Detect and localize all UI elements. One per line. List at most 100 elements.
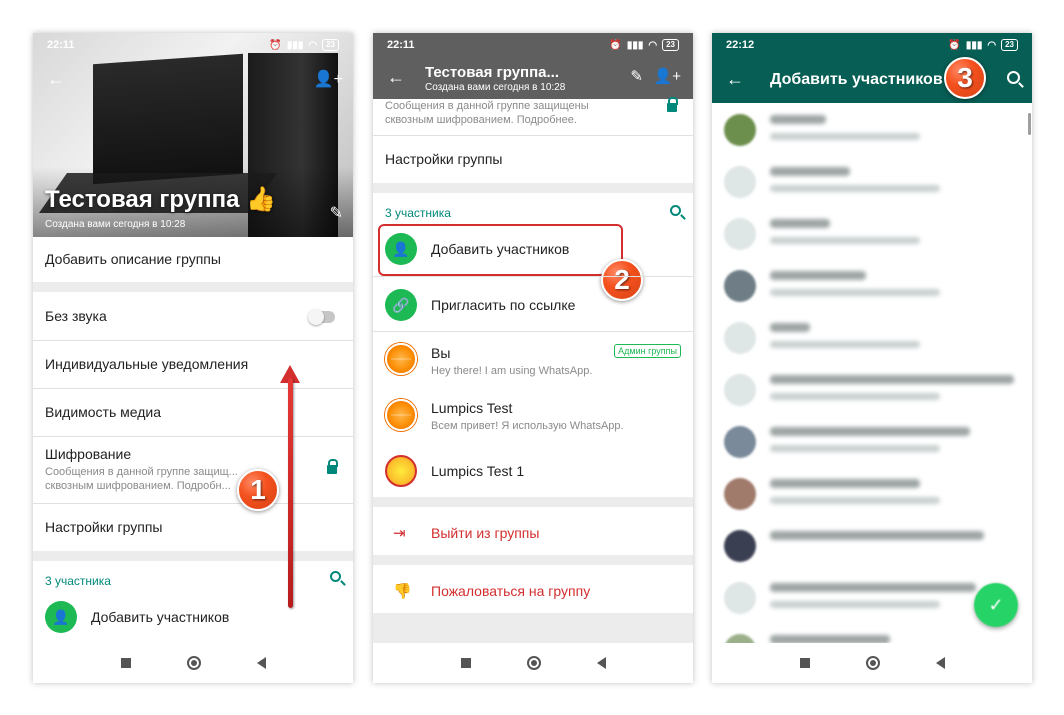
battery-icon: 23: [662, 39, 679, 51]
group-created-subtitle: Создана вами сегодня в 10:28: [45, 219, 186, 230]
back-arrow-icon[interactable]: ←: [726, 69, 744, 90]
edit-pencil-icon[interactable]: ✎: [330, 203, 343, 223]
contact-row[interactable]: [712, 313, 1032, 365]
search-icon[interactable]: [330, 571, 341, 582]
edit-pencil-icon[interactable]: ✎: [630, 67, 643, 85]
home-icon[interactable]: [865, 656, 880, 670]
app-bar: 22:11 ⏰ ▮▮▮ ◠ 23 ← Тестовая группа... Со…: [373, 33, 693, 99]
report-group-label: Пожаловаться на группу: [431, 583, 591, 599]
back-arrow-icon[interactable]: ←: [387, 67, 405, 88]
custom-notifications-row[interactable]: Индивидуальные уведомления: [33, 356, 353, 372]
contact-row[interactable]: [712, 105, 1032, 157]
status-time: 22:11: [387, 39, 415, 51]
alarm-icon: ⏰: [948, 39, 961, 51]
contact-avatar: [724, 374, 756, 406]
exit-group-label: Выйти из группы: [431, 525, 540, 541]
monitor-image: [93, 53, 243, 185]
contact-row[interactable]: [712, 157, 1032, 209]
home-icon[interactable]: [186, 656, 201, 670]
mute-row[interactable]: Без звука: [33, 308, 353, 324]
contact-avatar: [724, 322, 756, 354]
encryption-row[interactable]: Шифрование Сообщения в данной группе защ…: [33, 446, 353, 493]
contact-row[interactable]: [712, 417, 1032, 469]
back-triangle-icon[interactable]: [935, 657, 945, 669]
screen-title: Добавить участников: [770, 71, 943, 88]
app-bar: 22:12 ⏰ ▮▮▮ ◠ 23 ← Добавить участников: [712, 33, 1032, 103]
member-status: Всем привет! Я использую WhatsApp.: [431, 420, 624, 432]
step-badge-2: 2: [601, 259, 643, 301]
contact-avatar: [724, 530, 756, 562]
contact-avatar: [724, 426, 756, 458]
recents-icon[interactable]: [799, 658, 810, 668]
signal-icon: ▮▮▮: [626, 39, 644, 51]
encryption-label: Шифрование: [45, 446, 132, 462]
lock-icon: [327, 459, 338, 474]
add-person-icon[interactable]: 👤+: [654, 67, 681, 85]
member-avatar[interactable]: [385, 455, 417, 487]
group-title: Тестовая группа 👍: [45, 186, 276, 213]
signal-icon: ▮▮▮: [286, 39, 304, 51]
wifi-icon: ◠: [648, 39, 658, 51]
wifi-icon: ◠: [987, 39, 997, 51]
add-description-row[interactable]: Добавить описание группы: [33, 251, 353, 267]
back-triangle-icon[interactable]: [256, 657, 266, 669]
battery-icon: 23: [322, 39, 339, 51]
group-settings-row[interactable]: Настройки группы: [373, 151, 693, 167]
member-avatar[interactable]: [385, 399, 417, 431]
admin-badge: Админ группы: [614, 344, 681, 358]
group-title: Тестовая группа...: [425, 64, 560, 81]
add-participants-row[interactable]: Добавить участников: [33, 609, 353, 625]
group-settings-row[interactable]: Настройки группы: [33, 519, 353, 535]
participants-count: 3 участника: [385, 206, 451, 220]
contact-avatar: [724, 478, 756, 510]
contact-avatar: [724, 270, 756, 302]
status-bar: 22:12 ⏰ ▮▮▮ ◠ 23: [712, 33, 1032, 57]
check-icon: ✓: [988, 594, 1004, 615]
step-badge-3: 3: [944, 57, 986, 99]
signal-icon: ▮▮▮: [965, 39, 983, 51]
contact-row[interactable]: [712, 469, 1032, 521]
member-avatar[interactable]: [385, 343, 417, 375]
add-person-icon[interactable]: 👤+: [314, 69, 343, 89]
report-group-row[interactable]: 👎 Пожаловаться на группу: [373, 565, 693, 617]
recents-icon[interactable]: [460, 658, 471, 668]
contact-avatar: [724, 114, 756, 146]
member-status: Hey there! I am using WhatsApp.: [431, 365, 593, 377]
battery-icon: 23: [1001, 39, 1018, 51]
status-time: 22:12: [726, 39, 755, 51]
home-icon[interactable]: [526, 656, 541, 670]
media-visibility-row[interactable]: Видимость медиа: [33, 404, 353, 420]
exit-icon: ⇥: [393, 525, 406, 542]
member-name[interactable]: Lumpics Test 1: [431, 463, 524, 479]
contact-avatar: [724, 218, 756, 250]
member-name[interactable]: Lumpics Test: [431, 400, 512, 416]
back-triangle-icon[interactable]: [596, 657, 606, 669]
search-icon[interactable]: [1007, 71, 1020, 84]
participants-count: 3 участника: [45, 574, 111, 588]
group-created-subtitle: Создана вами сегодня в 10:28: [425, 82, 566, 93]
search-icon[interactable]: [670, 205, 681, 216]
contact-avatar: [724, 582, 756, 614]
contact-row[interactable]: [712, 261, 1032, 313]
android-nav-bar: [33, 643, 353, 683]
group-header-image: 22:11 ⏰ ▮▮▮ ◠ 23 ← 👤+ Тестовая группа 👍 …: [33, 33, 353, 237]
contact-row[interactable]: [712, 521, 1032, 573]
back-arrow-icon[interactable]: ←: [47, 69, 65, 90]
mute-toggle[interactable]: [308, 309, 335, 325]
phone-add-participants: 22:12 ⏰ ▮▮▮ ◠ 23 ← Добавить участников 3: [712, 33, 1032, 683]
member-name[interactable]: Вы: [431, 345, 450, 361]
contact-row[interactable]: [712, 365, 1032, 417]
exit-group-row[interactable]: ⇥ Выйти из группы: [373, 507, 693, 559]
recents-icon[interactable]: [120, 658, 131, 668]
contact-avatar: [724, 166, 756, 198]
android-nav-bar: [373, 643, 693, 683]
status-bar: 22:11 ⏰ ▮▮▮ ◠ 23: [373, 33, 693, 57]
status-bar: 22:11 ⏰ ▮▮▮ ◠ 23: [33, 33, 353, 57]
step-badge-1: 1: [237, 469, 279, 511]
wifi-icon: ◠: [308, 39, 318, 51]
invite-link-row[interactable]: Пригласить по ссылке: [431, 297, 575, 313]
android-nav-bar: [712, 643, 1032, 683]
encryption-description: Сообщения в данной группе защищ... сквоз…: [45, 466, 238, 492]
contact-row[interactable]: [712, 209, 1032, 261]
confirm-check-button[interactable]: ✓: [974, 583, 1018, 627]
